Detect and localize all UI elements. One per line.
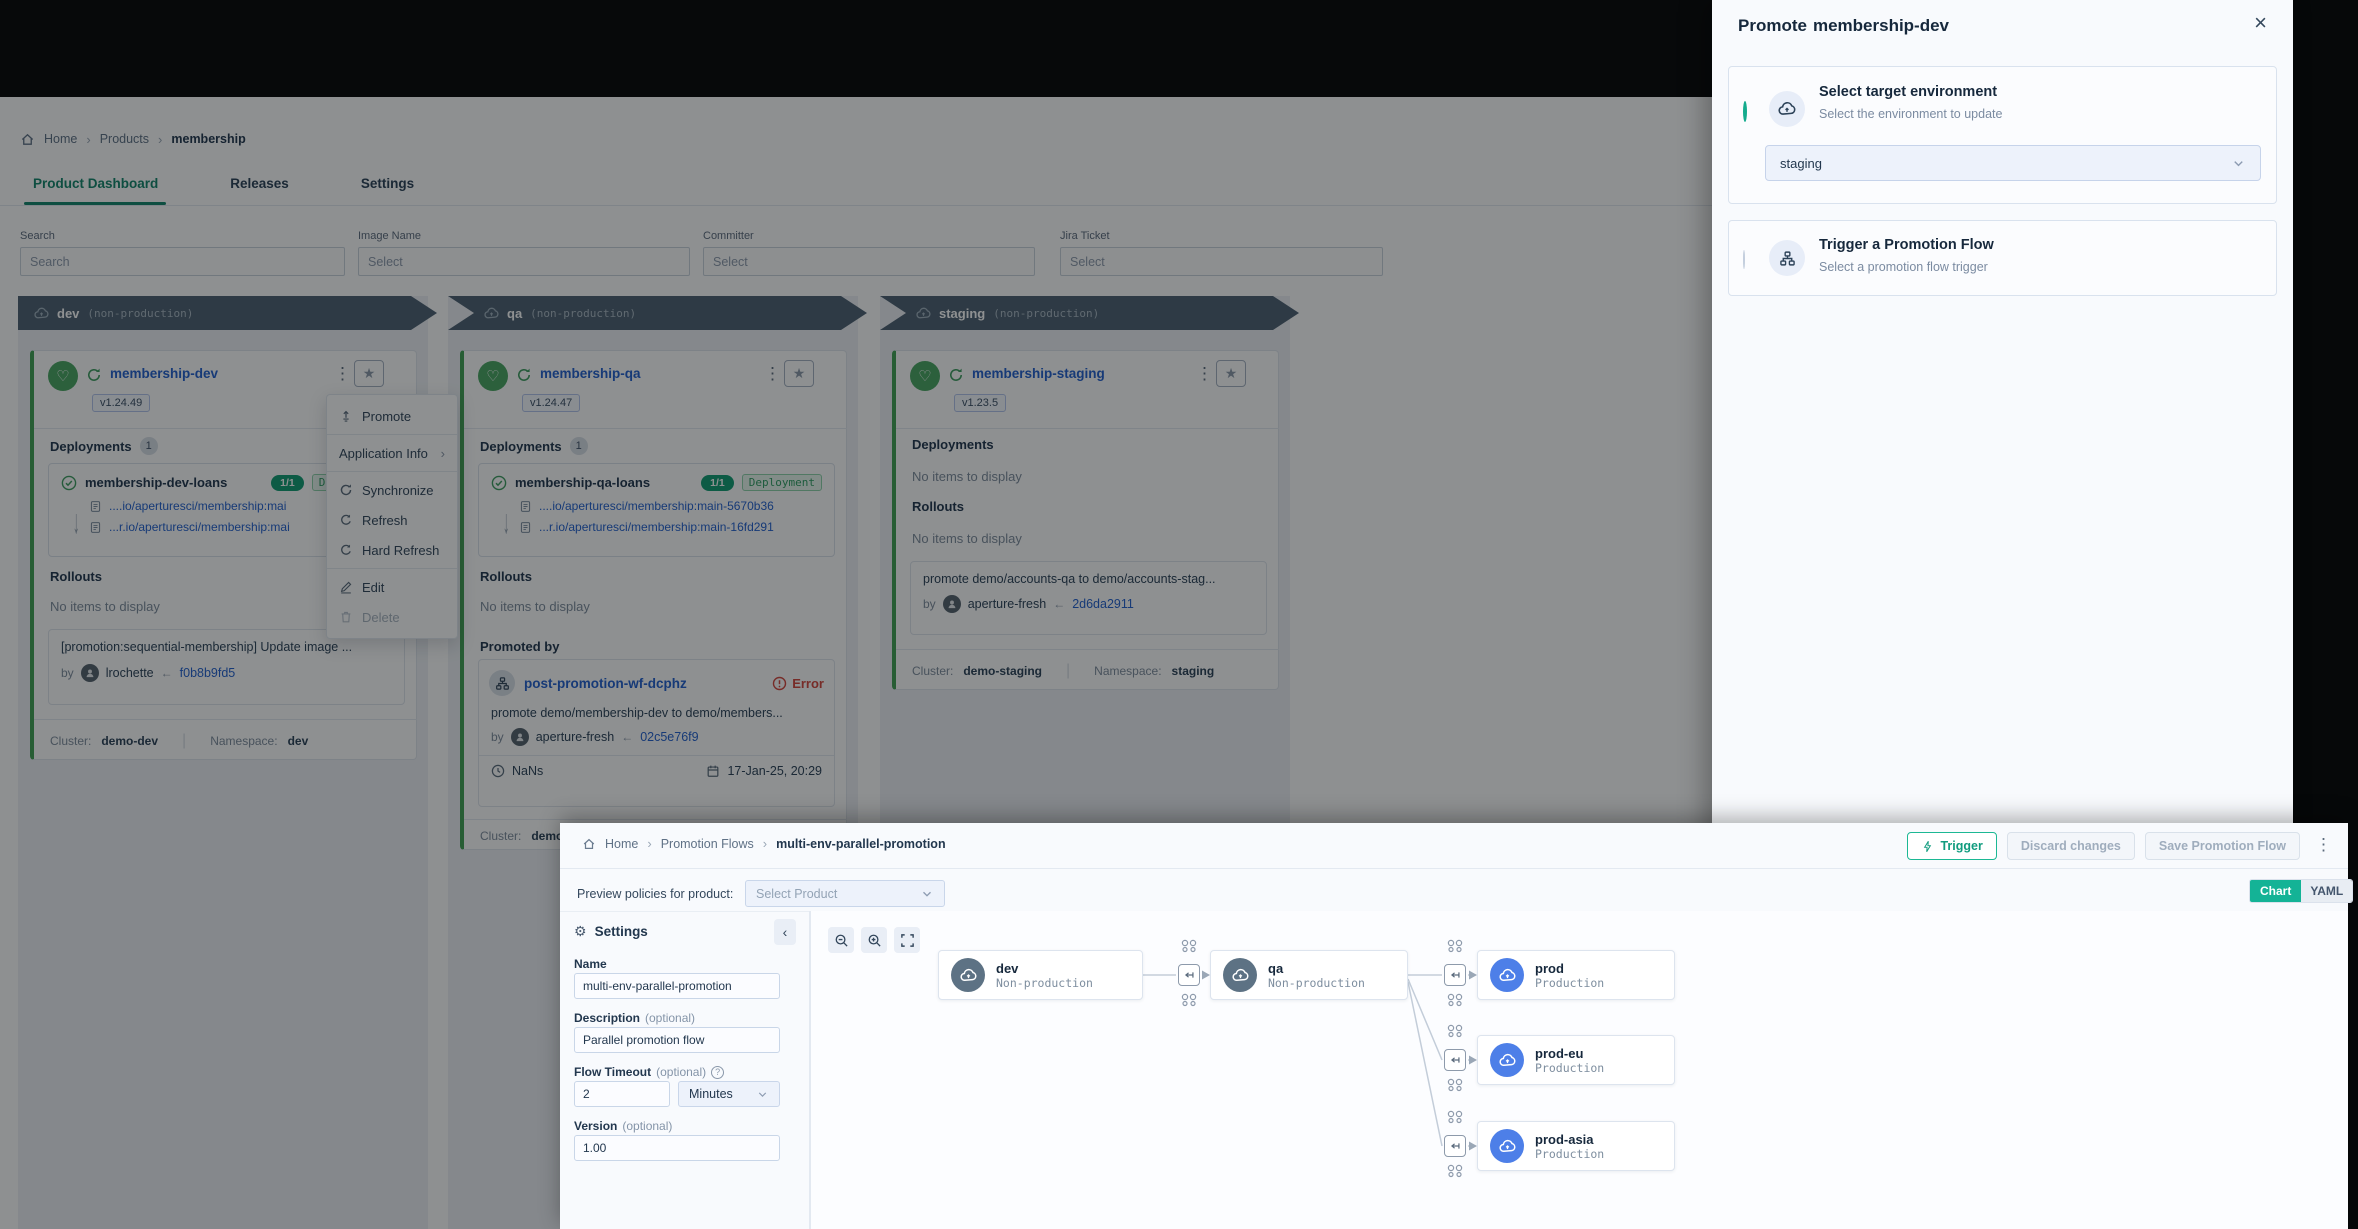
edge-settings-button-qa-prod-eu[interactable] [1444,1049,1466,1071]
radio-selected[interactable] [1743,101,1747,122]
option-title: Trigger a Promotion Flow [1819,237,1994,253]
post-action-slot-icon[interactable] [1446,1078,1464,1092]
option-trigger-promotion-flow[interactable]: Trigger a Promotion Flow Select a promot… [1728,220,2277,296]
radio-unselected[interactable] [1743,250,1745,269]
node-name: prod [1535,961,1604,976]
close-icon[interactable]: × [2254,12,2267,34]
flow-node-prod-eu[interactable]: prod-eu Production [1477,1035,1675,1085]
environment-cloud-icon [1490,1129,1524,1163]
edge-settings-button-dev-qa[interactable] [1178,964,1200,986]
option-title: Select target environment [1819,84,1997,100]
pre-action-slot-icon[interactable] [1446,1024,1464,1038]
screen: Home › Products › membership Product Das… [0,0,2358,1229]
node-type: Non-production [996,976,1093,990]
node-type: Production [1535,976,1604,990]
pre-action-slot-icon[interactable] [1180,939,1198,953]
chevron-down-icon [2231,156,2246,171]
promotion-flow-icon [1769,240,1805,276]
option-subtitle: Select the environment to update [1819,107,2002,121]
flow-node-prod[interactable]: prod Production [1477,950,1675,1000]
environment-cloud-icon [1490,958,1524,992]
post-action-slot-icon[interactable] [1446,993,1464,1007]
node-name: dev [996,961,1093,976]
node-name: prod-asia [1535,1132,1604,1147]
environment-cloud-icon [1769,91,1805,127]
pre-action-slot-icon[interactable] [1446,1110,1464,1124]
title-prefix: Promote [1738,16,1807,36]
environment-cloud-icon [1490,1043,1524,1077]
pre-action-slot-icon[interactable] [1446,939,1464,953]
flow-node-dev[interactable]: dev Non-production [938,950,1143,1000]
post-action-slot-icon[interactable] [1446,1164,1464,1178]
flow-node-prod-asia[interactable]: prod-asia Production [1477,1121,1675,1171]
edge-settings-button-qa-prod-asia[interactable] [1444,1135,1466,1157]
node-type: Production [1535,1061,1604,1075]
flow-node-qa[interactable]: qa Non-production [1210,950,1408,1000]
post-action-slot-icon[interactable] [1180,993,1198,1007]
select-value: staging [1780,156,1822,171]
option-subtitle: Select a promotion flow trigger [1819,260,1988,274]
title-app-name: membership-dev [1813,16,1949,36]
environment-cloud-icon [1223,958,1257,992]
node-type: Non-production [1268,976,1365,990]
target-environment-select[interactable]: staging [1765,145,2261,181]
option-target-environment[interactable]: Select target environment Select the env… [1728,66,2277,204]
promotion-flow-editor: Home › Promotion Flows › multi-env-paral… [560,823,2348,1229]
environment-cloud-icon [951,958,985,992]
drawer-title: Promote membership-dev [1738,16,1949,36]
node-type: Production [1535,1147,1604,1161]
node-name: qa [1268,961,1365,976]
node-name: prod-eu [1535,1046,1604,1061]
edge-settings-button-qa-prod[interactable] [1444,964,1466,986]
